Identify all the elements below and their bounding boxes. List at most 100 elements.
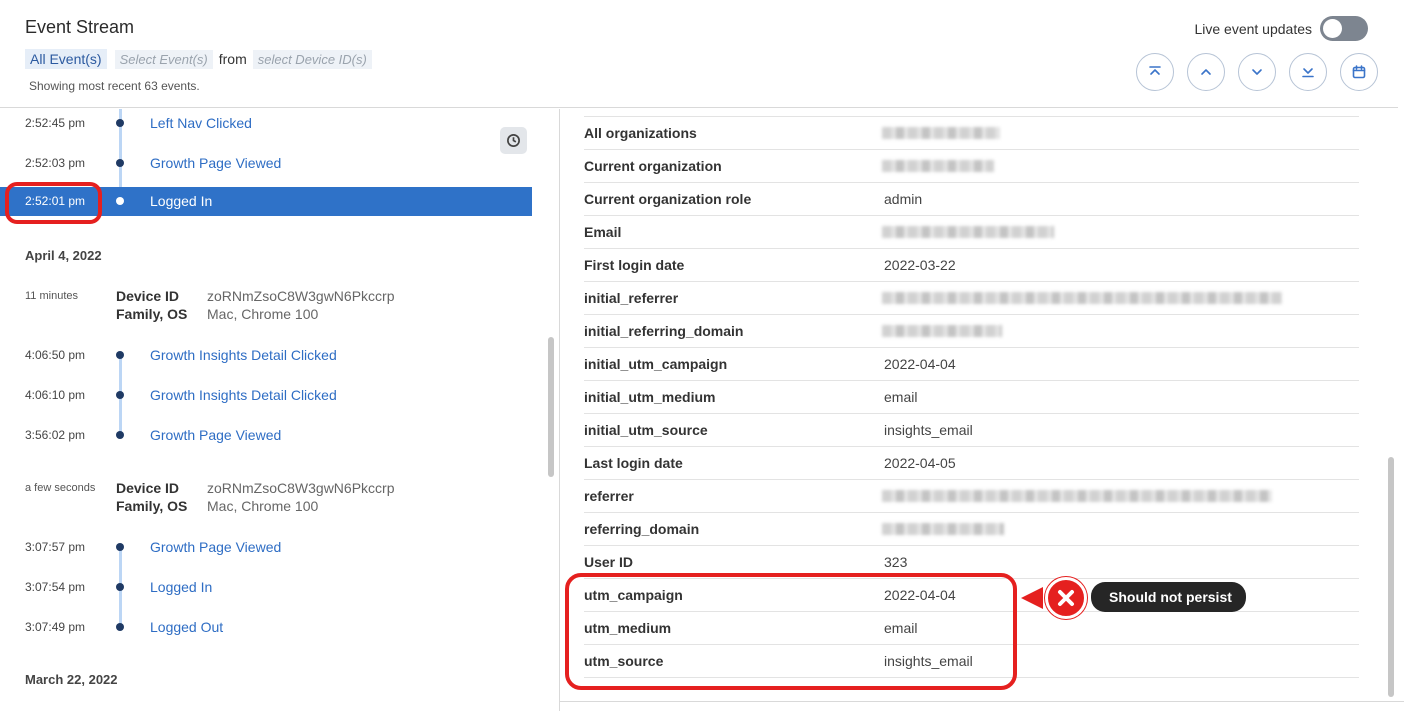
live-updates-toggle[interactable] (1320, 16, 1368, 41)
history-button[interactable] (500, 127, 527, 154)
timeline-event[interactable]: 3:07:54 pm Logged In (0, 571, 532, 603)
property-value: 2022-03-22 (884, 257, 956, 273)
from-label: from (218, 51, 247, 67)
event-name-link[interactable]: Growth Insights Detail Clicked (150, 339, 337, 371)
events-count-text: Showing most recent 63 events. (29, 79, 200, 93)
event-time: 2:52:45 pm (25, 116, 86, 130)
device-info: a few seconds Device ID Family, OS zoRNm… (0, 479, 532, 519)
event-name-link[interactable]: Left Nav Clicked (150, 109, 252, 139)
previous-icon (1201, 69, 1211, 75)
timeline-event[interactable]: 2:52:45 pm Left Nav Clicked (0, 109, 532, 139)
previous-button[interactable] (1187, 53, 1225, 91)
event-time: 3:07:49 pm (25, 620, 86, 634)
jump-to-top-icon (1149, 66, 1161, 75)
select-events-input[interactable]: Select Event(s) (114, 49, 213, 69)
timeline-dot (116, 197, 124, 205)
x-mark-icon (1045, 577, 1087, 619)
property-row: All organizations (584, 117, 1359, 150)
timeline-dot (116, 431, 124, 439)
right-scrollbar-thumb[interactable] (1388, 457, 1394, 697)
property-row: Email (584, 216, 1359, 249)
timeline-dot (116, 543, 124, 551)
event-name-link[interactable]: Logged In (150, 187, 212, 216)
timeline-event[interactable]: 4:06:10 pm Growth Insights Detail Clicke… (0, 379, 532, 411)
live-updates: Live event updates (1194, 16, 1368, 41)
device-keys: Device ID Family, OS (116, 287, 187, 323)
timeline-dot (116, 119, 124, 127)
timeline-event[interactable]: 4:06:50 pm Growth Insights Detail Clicke… (0, 339, 532, 371)
property-value: insights_email (884, 422, 973, 438)
event-time: 4:06:50 pm (25, 348, 86, 362)
event-name-link[interactable]: Growth Page Viewed (150, 419, 281, 451)
property-row: referring_domain (584, 513, 1359, 546)
property-key: Current organization (584, 158, 722, 174)
property-row: initial_referring_domain (584, 315, 1359, 348)
callout-label: Should not persist (1091, 582, 1246, 612)
device-info: 11 minutes Device ID Family, OS zoRNmZso… (0, 287, 532, 327)
device-id-value: zoRNmZsoC8W3gwN6Pkccrp (207, 480, 395, 496)
timeline-event[interactable]: 3:07:57 pm Growth Page Viewed (0, 531, 532, 563)
timeline-dot (116, 351, 124, 359)
property-value: email (884, 389, 918, 405)
relative-time: a few seconds (25, 482, 96, 494)
device-values: zoRNmZsoC8W3gwN6Pkccrp Mac, Chrome 100 (207, 287, 394, 323)
property-key: Last login date (584, 455, 683, 471)
property-row: initial_utm_source insights_email (584, 414, 1359, 447)
callout-arrow (1021, 587, 1043, 609)
property-key: referring_domain (584, 521, 700, 537)
redacted-value (882, 292, 1282, 304)
annotation-callout: Should not persist (1021, 577, 1249, 619)
highlight-utm-properties (565, 573, 1017, 690)
property-key: initial_utm_campaign (584, 356, 728, 372)
left-scrollbar-thumb[interactable] (548, 337, 554, 477)
redacted-value (882, 127, 1000, 139)
stream-navigation (1136, 53, 1378, 91)
all-events-chip[interactable]: All Event(s) (25, 49, 107, 69)
property-row: Current organization role admin (584, 183, 1359, 216)
property-row: initial_utm_medium email (584, 381, 1359, 414)
event-time: 2:52:03 pm (25, 156, 86, 170)
device-values: zoRNmZsoC8W3gwN6Pkccrp Mac, Chrome 100 (207, 479, 394, 515)
event-name-link[interactable]: Growth Insights Detail Clicked (150, 379, 337, 411)
event-name-link[interactable]: Logged Out (150, 611, 223, 643)
event-name-link[interactable]: Growth Page Viewed (150, 147, 281, 179)
property-key: Current organization role (584, 191, 752, 207)
family-os-value: Mac, Chrome 100 (207, 498, 319, 514)
timeline-dot (116, 623, 124, 631)
property-row: initial_utm_campaign 2022-04-04 (584, 348, 1359, 381)
next-button[interactable] (1238, 53, 1276, 91)
event-name-link[interactable]: Growth Page Viewed (150, 531, 281, 563)
timeline-event[interactable]: 2:52:03 pm Growth Page Viewed (0, 147, 532, 179)
property-key: initial_utm_source (584, 422, 708, 438)
relative-time: 11 minutes (25, 290, 78, 302)
property-key: referrer (584, 488, 634, 504)
timeline-dot (116, 159, 124, 167)
jump-to-top-button[interactable] (1136, 53, 1174, 91)
redacted-value (882, 226, 1054, 238)
date-heading: April 4, 2022 (25, 248, 102, 263)
family-os-key: Family, OS (116, 306, 188, 322)
device-id-value: zoRNmZsoC8W3gwN6Pkccrp (207, 288, 395, 304)
redacted-value (882, 160, 994, 172)
event-name-link[interactable]: Logged In (150, 571, 212, 603)
property-row: Current organization (584, 150, 1359, 183)
timeline-dot (116, 583, 124, 591)
calendar-button[interactable] (1340, 53, 1378, 91)
redacted-value (882, 325, 1002, 337)
family-os-value: Mac, Chrome 100 (207, 306, 319, 322)
property-key: initial_referring_domain (584, 323, 744, 339)
property-key: Email (584, 224, 622, 240)
select-device-input[interactable]: select Device ID(s) (252, 49, 372, 69)
jump-to-bottom-button[interactable] (1289, 53, 1327, 91)
timeline-event[interactable]: 3:56:02 pm Growth Page Viewed (0, 419, 532, 451)
clock-icon (507, 134, 520, 147)
redacted-value (882, 523, 1004, 535)
event-filter-bar: All Event(s) Select Event(s) from select… (25, 49, 372, 69)
timeline-event[interactable]: 3:07:49 pm Logged Out (0, 611, 532, 643)
page-title: Event Stream (25, 17, 135, 37)
redacted-value (882, 490, 1272, 502)
family-os-key: Family, OS (116, 498, 188, 514)
live-updates-label: Live event updates (1194, 20, 1312, 37)
property-row: Last login date 2022-04-05 (584, 447, 1359, 480)
property-key: First login date (584, 257, 685, 273)
